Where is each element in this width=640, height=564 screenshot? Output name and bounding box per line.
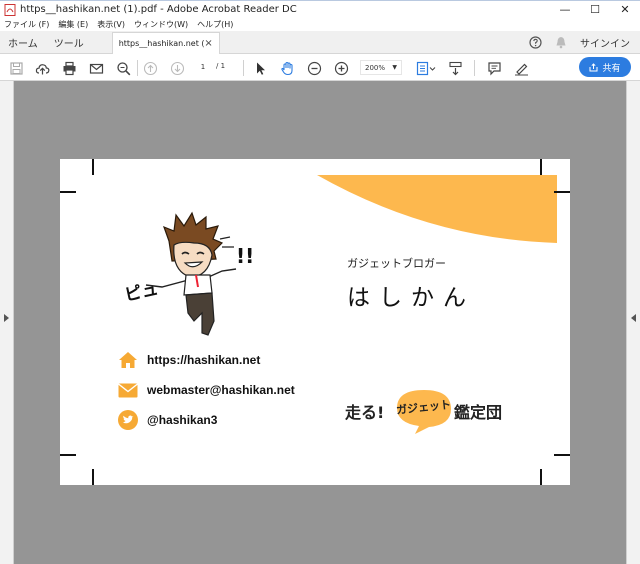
website-text[interactable]: https://hashikan.net [147, 353, 260, 367]
contact-twitter: @hashikan3 [118, 410, 217, 430]
signin-link[interactable]: サインイン [574, 31, 640, 53]
print-icon[interactable] [59, 58, 79, 78]
mail-icon [118, 380, 138, 400]
menu-bar: ファイル (F) 編集 (E) 表示(V) ウィンドウ(W) ヘルプ(H) [0, 18, 640, 31]
bell-icon[interactable] [548, 31, 574, 53]
menu-window[interactable]: ウィンドウ(W) [134, 19, 188, 30]
crop-mark [60, 454, 76, 456]
crop-mark [60, 191, 76, 193]
zoom-in-icon[interactable] [331, 58, 351, 78]
document-tab-label: https__hashikan.net (... [118, 39, 205, 48]
crop-mark [92, 469, 94, 485]
save-icon[interactable] [6, 58, 26, 78]
menu-file[interactable]: ファイル (F) [4, 19, 49, 30]
tab-tools[interactable]: ツール [46, 31, 92, 53]
share-icon [589, 62, 598, 71]
menu-view[interactable]: 表示(V) [97, 19, 125, 30]
prev-page-icon[interactable] [140, 58, 160, 78]
acrobat-icon [4, 3, 16, 16]
highlight-pen-icon[interactable] [511, 58, 531, 78]
zoom-out-icon[interactable] [304, 58, 324, 78]
page-number-input[interactable]: 1 [193, 60, 213, 75]
crop-mark [554, 454, 570, 456]
tab-row: ホーム ツール https__hashikan.net (... × サインイン [0, 31, 640, 54]
business-card-page: ピュ !! ガジェットブロガー はしかん https://hashikan.ne… [60, 159, 570, 485]
minimize-button[interactable]: — [550, 1, 580, 19]
logo-rest-text: 鑑定団 [454, 403, 503, 422]
brand-logo: 走る! ガジェット 鑑定団 [345, 387, 520, 435]
toolbar-separator [243, 60, 244, 76]
upload-cloud-icon[interactable] [32, 58, 52, 78]
twitter-handle-text[interactable]: @hashikan3 [147, 413, 217, 427]
exclaim-text: !! [236, 244, 254, 268]
right-pane-toggle[interactable] [626, 81, 640, 564]
contact-website: https://hashikan.net [118, 350, 260, 370]
tab-document[interactable]: https__hashikan.net (... × [111, 32, 220, 54]
toolbar-separator [137, 60, 138, 76]
toolbar-separator [474, 60, 475, 76]
expand-left-icon [4, 314, 9, 322]
job-title: ガジェットブロガー [347, 257, 446, 270]
menu-help[interactable]: ヘルプ(H) [197, 19, 233, 30]
character-illustration: ピュ !! [123, 211, 254, 336]
chevron-down-icon: ▼ [392, 64, 397, 71]
expand-right-icon [631, 314, 636, 322]
window-title: https__hashikan.net (1).pdf - Adobe Acro… [20, 4, 297, 15]
close-window-button[interactable]: ✕ [610, 1, 640, 19]
toolbar: 1 / 1 200% ▼ 共有 [0, 54, 640, 81]
title-bar: https__hashikan.net (1).pdf - Adobe Acro… [0, 0, 640, 18]
crop-mark [540, 469, 542, 485]
page-total: / 1 [216, 62, 226, 70]
person-name: はしかん [347, 285, 475, 311]
comment-icon[interactable] [484, 58, 504, 78]
share-button[interactable]: 共有 [579, 57, 631, 77]
mail-icon[interactable] [86, 58, 106, 78]
logo-run-text: 走る! [345, 403, 385, 422]
email-text[interactable]: webmaster@hashikan.net [147, 383, 295, 397]
left-pane-toggle[interactable] [0, 81, 14, 564]
contact-email: webmaster@hashikan.net [118, 380, 295, 400]
scroll-mode-icon[interactable] [445, 58, 465, 78]
home-icon [118, 350, 138, 370]
pyu-text: ピュ [123, 279, 160, 306]
share-label: 共有 [602, 63, 621, 74]
help-icon[interactable] [522, 31, 548, 53]
next-page-icon[interactable] [167, 58, 187, 78]
crop-mark [92, 159, 94, 175]
fit-page-icon[interactable] [413, 58, 439, 78]
close-tab-icon[interactable]: × [204, 38, 212, 49]
maximize-button[interactable]: ☐ [580, 1, 610, 19]
select-cursor-icon[interactable] [250, 58, 270, 78]
crop-mark [540, 159, 542, 175]
zoom-search-icon[interactable] [113, 58, 133, 78]
tab-home[interactable]: ホーム [0, 31, 46, 53]
hand-tool-icon[interactable] [277, 58, 297, 78]
twitter-icon [118, 410, 138, 430]
crop-mark [554, 191, 570, 193]
zoom-level-value: 200% [365, 63, 386, 72]
zoom-level-select[interactable]: 200% ▼ [360, 60, 402, 75]
menu-edit[interactable]: 編集 (E) [58, 19, 88, 30]
document-viewer[interactable]: ピュ !! ガジェットブロガー はしかん https://hashikan.ne… [0, 81, 640, 564]
